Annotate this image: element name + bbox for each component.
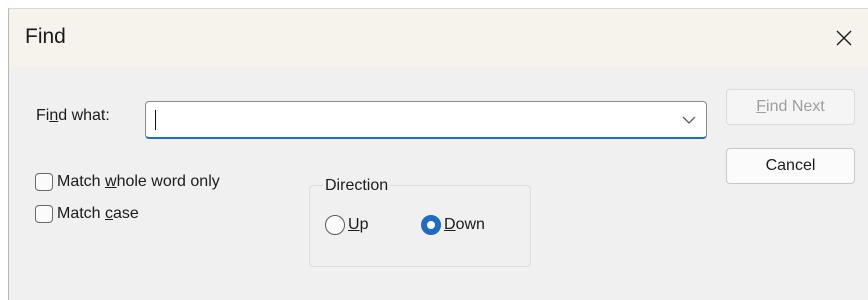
dialog-title: Find — [25, 25, 66, 48]
close-icon — [836, 30, 852, 46]
direction-down-option[interactable]: Down — [421, 215, 485, 235]
find-what-combobox[interactable] — [145, 101, 707, 139]
cancel-button[interactable]: Cancel — [726, 148, 855, 184]
match-case-checkbox[interactable] — [35, 205, 53, 223]
find-next-button[interactable]: Find Next — [726, 89, 855, 125]
direction-up-radio[interactable] — [325, 215, 345, 235]
find-what-label: Find what: — [36, 107, 110, 124]
find-dialog: Find Find what: Find Next Cancel Match w… — [8, 8, 868, 300]
direction-up-option[interactable]: Up — [325, 215, 368, 235]
direction-down-label: Down — [444, 216, 485, 233]
close-button[interactable] — [820, 9, 868, 67]
title-bar[interactable]: Find — [9, 9, 868, 67]
direction-title: Direction — [323, 177, 391, 195]
text-caret — [155, 110, 156, 130]
match-whole-word-option[interactable]: Match whole word only — [35, 173, 220, 191]
match-case-option[interactable]: Match case — [35, 205, 139, 223]
direction-down-radio[interactable] — [421, 215, 441, 235]
match-whole-word-label: Match whole word only — [57, 173, 220, 190]
direction-up-label: Up — [348, 216, 369, 233]
match-whole-word-checkbox[interactable] — [35, 173, 53, 191]
chevron-down-icon[interactable] — [682, 116, 696, 124]
match-case-label: Match case — [57, 205, 139, 222]
